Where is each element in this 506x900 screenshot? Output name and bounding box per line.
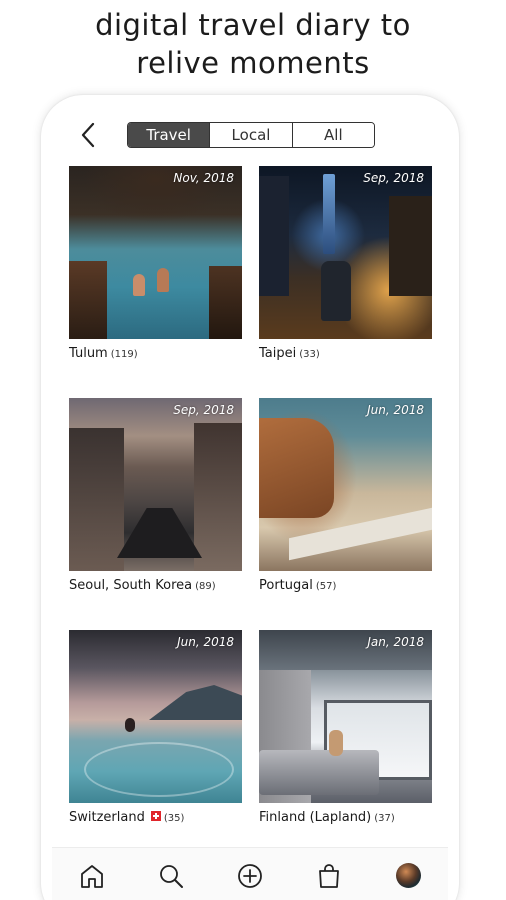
photo-count: (119) xyxy=(110,349,138,360)
headline-line-1: digital travel diary to xyxy=(95,8,411,42)
album-name: Switzerland xyxy=(69,810,145,825)
promo-headline: digital travel diary to relive moments xyxy=(0,6,506,82)
album-photo[interactable]: Jun, 2018 xyxy=(259,398,432,571)
album-card-taipei[interactable]: Sep, 2018 Taipei (33) xyxy=(259,166,432,361)
album-card-portugal[interactable]: Jun, 2018 Portugal (57) xyxy=(259,398,432,593)
album-card-seoul[interactable]: Sep, 2018 Seoul, South Korea (89) xyxy=(69,398,242,593)
album-photo[interactable]: Sep, 2018 xyxy=(259,166,432,339)
nav-home-button[interactable] xyxy=(78,862,106,890)
photo-count: (35) xyxy=(163,813,185,824)
album-name: Taipei xyxy=(259,346,297,361)
album-caption: Finland (Lapland) (37) xyxy=(259,810,432,825)
album-date: Jan, 2018 xyxy=(367,635,424,649)
photo-count: (37) xyxy=(374,813,395,824)
bottom-navigation xyxy=(52,847,448,900)
album-date: Sep, 2018 xyxy=(173,403,234,417)
chevron-left-icon xyxy=(81,122,95,148)
album-card-finland[interactable]: Jan, 2018 Finland (Lapland) (37) xyxy=(259,630,432,825)
album-name: Seoul, South Korea xyxy=(69,578,193,593)
album-date: Jun, 2018 xyxy=(367,403,424,417)
photo-count: (89) xyxy=(195,581,216,592)
home-icon xyxy=(81,865,103,888)
album-name: Portugal xyxy=(259,578,313,593)
photo-count: (57) xyxy=(315,581,337,592)
album-date: Jun, 2018 xyxy=(177,635,234,649)
album-name: Finland (Lapland) xyxy=(259,810,372,825)
nav-shop-button[interactable] xyxy=(315,862,343,890)
photo-count: (33) xyxy=(299,349,320,360)
back-button[interactable] xyxy=(78,121,98,149)
nav-add-button[interactable] xyxy=(236,862,264,890)
headline-line-2: relive moments xyxy=(136,46,370,80)
tab-travel[interactable]: Travel xyxy=(128,123,210,147)
profile-avatar[interactable] xyxy=(396,863,421,888)
album-caption: Portugal (57) xyxy=(259,578,432,593)
album-photo[interactable]: Nov, 2018 xyxy=(69,166,242,339)
tab-local[interactable]: Local xyxy=(209,123,292,147)
search-icon xyxy=(160,865,183,888)
album-caption: Switzerland (35) xyxy=(69,810,242,825)
album-type-segmented-control: Travel Local All xyxy=(127,122,375,148)
album-caption: Taipei (33) xyxy=(259,346,432,361)
album-photo[interactable]: Jan, 2018 xyxy=(259,630,432,803)
album-caption: Tulum (119) xyxy=(69,346,242,361)
album-card-tulum[interactable]: Nov, 2018 Tulum (119) xyxy=(69,166,242,361)
shopping-bag-icon xyxy=(319,864,339,888)
album-photo[interactable]: Jun, 2018 xyxy=(69,630,242,803)
album-caption: Seoul, South Korea (89) xyxy=(69,578,242,593)
album-card-switzerland[interactable]: Jun, 2018 Switzerland (35) xyxy=(69,630,242,825)
album-name: Tulum xyxy=(69,346,108,361)
album-date: Nov, 2018 xyxy=(173,171,234,185)
swiss-flag-icon xyxy=(150,811,161,821)
album-date: Sep, 2018 xyxy=(363,171,424,185)
add-icon xyxy=(238,864,262,888)
album-photo[interactable]: Sep, 2018 xyxy=(69,398,242,571)
nav-search-button[interactable] xyxy=(157,862,185,890)
tab-all[interactable]: All xyxy=(291,123,374,147)
